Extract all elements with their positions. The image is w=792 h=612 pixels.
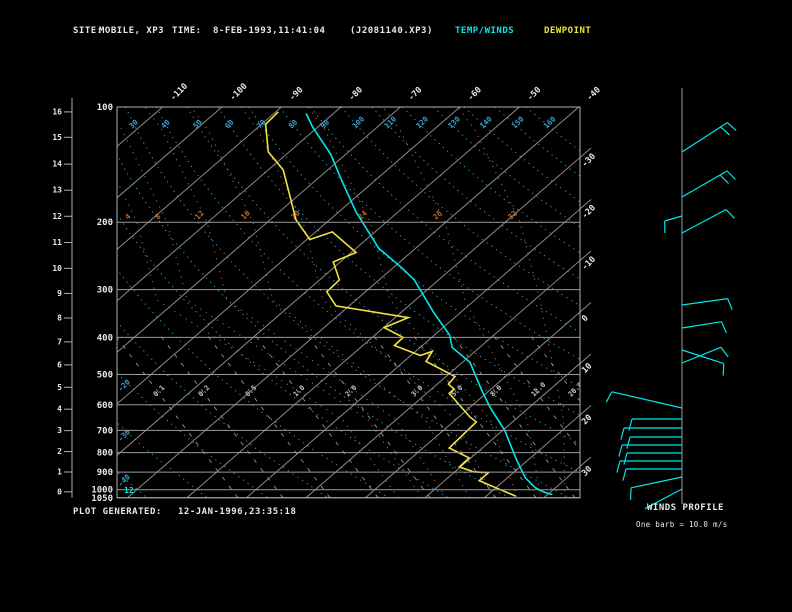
- svg-text:16: 16: [239, 208, 252, 221]
- svg-text:-110: -110: [169, 82, 191, 104]
- svg-text:200: 200: [97, 218, 113, 228]
- svg-text:10: 10: [580, 361, 594, 375]
- svg-text:150: 150: [510, 114, 526, 130]
- svg-text:-70: -70: [406, 85, 424, 103]
- svg-text:50: 50: [191, 117, 204, 130]
- svg-text:4: 4: [57, 405, 62, 414]
- svg-text:2.0: 2.0: [344, 384, 359, 399]
- plot-generated-label: PLOT GENERATED:: [73, 507, 162, 517]
- svg-text:-90: -90: [288, 85, 306, 103]
- svg-text:60: 60: [223, 117, 236, 130]
- svg-text:13: 13: [52, 186, 62, 195]
- svg-text:700: 700: [97, 426, 113, 436]
- svg-text:-40: -40: [585, 85, 603, 103]
- svg-text:20.0: 20.0: [567, 381, 585, 399]
- svg-text:-20: -20: [116, 377, 132, 393]
- svg-text:14: 14: [52, 160, 62, 169]
- svg-text:15: 15: [52, 133, 62, 142]
- svg-text:900: 900: [97, 468, 113, 478]
- svg-text:7: 7: [57, 337, 62, 346]
- svg-text:11: 11: [52, 238, 62, 247]
- svg-text:-80: -80: [347, 85, 365, 103]
- svg-text:500: 500: [97, 370, 113, 380]
- svg-text:12: 12: [52, 212, 62, 221]
- svg-text:20: 20: [580, 413, 594, 427]
- svg-text:-20: -20: [580, 203, 598, 221]
- svg-text:160: 160: [542, 114, 558, 130]
- svg-text:100: 100: [97, 103, 113, 113]
- svg-text:28: 28: [431, 208, 444, 221]
- svg-text:-60: -60: [466, 85, 484, 103]
- svg-text:0: 0: [580, 313, 591, 324]
- svg-text:1: 1: [57, 467, 62, 476]
- svg-text:100: 100: [350, 114, 366, 130]
- svg-text:120: 120: [414, 114, 430, 130]
- svg-text:12: 12: [193, 209, 206, 222]
- svg-text:3: 3: [57, 426, 62, 435]
- svg-text:5: 5: [57, 383, 62, 392]
- svg-text:140: 140: [478, 114, 494, 130]
- svg-text:1050: 1050: [91, 494, 113, 504]
- svg-text:4: 4: [123, 212, 133, 222]
- svg-text:-100: -100: [228, 82, 250, 104]
- svg-text:9: 9: [57, 289, 62, 298]
- svg-text:30: 30: [580, 464, 594, 478]
- svg-text:8.0: 8.0: [489, 384, 504, 399]
- winds-profile-title: WINDS PROFILE: [647, 503, 724, 513]
- svg-text:0.2: 0.2: [197, 384, 212, 399]
- svg-text:600: 600: [97, 401, 113, 411]
- svg-text:800: 800: [97, 449, 113, 459]
- svg-text:12.0: 12.0: [530, 381, 548, 399]
- svg-text:12: 12: [124, 486, 134, 495]
- svg-text:80: 80: [287, 117, 300, 130]
- svg-text:3.0: 3.0: [410, 384, 425, 399]
- wind-barbs: [605, 122, 737, 510]
- svg-text:40: 40: [159, 117, 172, 130]
- svg-text:90: 90: [319, 117, 332, 130]
- svg-text:400: 400: [97, 333, 113, 343]
- svg-text:16: 16: [52, 107, 62, 116]
- svg-text:-50: -50: [525, 85, 543, 103]
- svg-text:300: 300: [97, 286, 113, 296]
- svg-text:6: 6: [57, 360, 62, 369]
- winds-profile-scale: One barb = 10.0 m/s: [636, 520, 728, 529]
- svg-text:-10: -10: [580, 255, 598, 273]
- skewt-sounding-screen: { "header": { "site_label": "SITE:", "si…: [0, 0, 792, 612]
- svg-text:-30: -30: [580, 152, 598, 170]
- svg-text:2: 2: [57, 447, 62, 456]
- svg-text:-30: -30: [116, 427, 132, 443]
- plot-generated-value: 12-JAN-1996,23:35:18: [178, 507, 297, 517]
- svg-text:0.1: 0.1: [152, 384, 167, 399]
- svg-text:8: 8: [57, 314, 62, 323]
- svg-text:10: 10: [52, 264, 62, 273]
- svg-text:110: 110: [382, 114, 398, 130]
- svg-text:0: 0: [57, 487, 62, 496]
